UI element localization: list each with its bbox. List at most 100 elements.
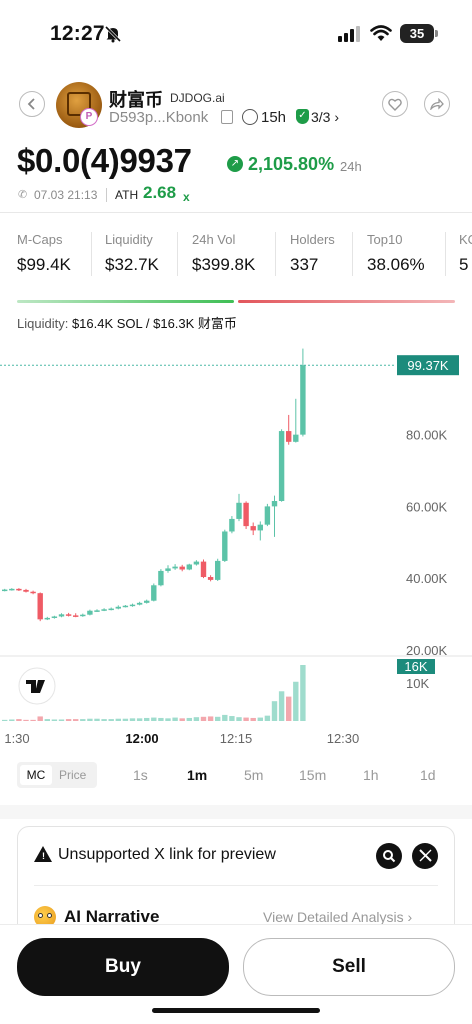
price-change-period: 24h <box>340 159 362 174</box>
stat-value: $32.7K <box>105 255 159 274</box>
volume-bar <box>94 718 100 721</box>
volume-current-label: 16K <box>404 659 427 674</box>
volume-bar <box>87 718 93 721</box>
stat-ko: KO 5 <box>459 232 472 275</box>
candle-body <box>94 610 100 612</box>
candle-body <box>215 560 221 580</box>
sell-button[interactable]: Sell <box>243 938 455 996</box>
favorite-button[interactable] <box>382 91 408 117</box>
candle-body <box>293 434 299 442</box>
audit-score-link[interactable]: 3/3 › <box>311 109 339 125</box>
volume-bar <box>44 719 50 721</box>
timeframe-1m[interactable]: 1m <box>187 767 207 783</box>
candle-body <box>229 518 235 532</box>
ai-icon-eye <box>47 913 52 918</box>
volume-bar <box>51 719 58 721</box>
candle-body <box>250 526 256 531</box>
volume-bar <box>179 718 185 721</box>
warning-mark: ! <box>42 851 45 861</box>
buy-button[interactable]: Buy <box>17 938 229 996</box>
volume-bar <box>115 718 121 721</box>
volume-bar <box>108 719 114 721</box>
platform-badge-icon: P <box>80 108 98 126</box>
divider <box>91 232 92 276</box>
token-site-link[interactable]: DJDOG.ai <box>170 91 225 105</box>
x-link-warning: Unsupported X link for preview <box>58 846 276 863</box>
divider <box>275 232 276 276</box>
back-button[interactable] <box>19 91 45 117</box>
candle-body <box>23 589 29 592</box>
volume-bar <box>193 717 200 721</box>
volume-bar <box>222 714 228 721</box>
x-logo-icon <box>418 849 432 862</box>
volume-bar <box>286 696 292 721</box>
volume-bar <box>278 691 285 721</box>
shield-check-icon: ✓ <box>296 109 309 124</box>
stat-liquidity: Liquidity $32.7K <box>105 232 159 275</box>
liquidity-breakdown: Liquidity: $16.4K SOL / $16.3K 财富币 <box>17 313 237 332</box>
candle-body <box>136 602 143 605</box>
copy-icon[interactable] <box>221 110 233 124</box>
candle-body <box>2 589 8 592</box>
candle-body <box>51 616 58 618</box>
mc-price-toggle[interactable]: MC Price <box>17 762 97 788</box>
clock-icon <box>242 109 258 125</box>
section-gap <box>0 805 472 819</box>
volume-bar <box>2 719 8 721</box>
mc-toggle-option[interactable]: MC <box>20 765 52 785</box>
candle-body <box>271 501 278 507</box>
price-change: 2,105.80% <box>248 154 335 174</box>
search-button[interactable] <box>376 843 402 869</box>
share-arrow-icon <box>430 98 444 110</box>
heart-icon <box>388 98 402 111</box>
token-price: $0.0(4)9937 <box>17 142 192 179</box>
candle-body <box>257 524 263 531</box>
ai-icon-eye <box>38 913 43 918</box>
volume-bar <box>165 718 171 721</box>
x-tick-label: 12:15 <box>220 731 253 746</box>
stat-value: $399.8K <box>192 255 256 274</box>
current-price-label: 99.37K <box>407 358 449 373</box>
candle-body <box>222 531 228 561</box>
price-toggle-option[interactable]: Price <box>59 765 86 785</box>
volume-tick-label: 10K <box>406 676 429 691</box>
view-analysis-link[interactable]: View Detailed Analysis › <box>263 909 412 925</box>
candle-body <box>144 600 150 603</box>
liquidity-bar-sol <box>17 300 234 303</box>
timeframe-5m[interactable]: 5m <box>244 767 263 783</box>
candle-body <box>87 610 93 615</box>
price-chart[interactable]: 80.00K60.00K40.00K20.00K 99.37K 16K10K 1… <box>0 335 472 755</box>
candle-body <box>300 365 306 435</box>
candle-body <box>58 614 65 617</box>
divider <box>106 188 107 202</box>
bell-muted-icon <box>104 25 122 43</box>
candle-body <box>73 615 79 617</box>
volume-bar <box>229 716 235 721</box>
share-button[interactable] <box>424 91 450 117</box>
token-address[interactable]: D593p...Kbonk <box>109 109 208 126</box>
candle-body <box>200 561 207 578</box>
cellular-signal-icon <box>338 26 360 42</box>
x-social-button[interactable] <box>412 843 438 869</box>
x-tick-label: 12:00 <box>125 731 158 746</box>
timeframe-1d[interactable]: 1d <box>420 767 436 783</box>
search-icon <box>383 850 396 863</box>
volume-bar <box>243 717 249 721</box>
timeframe-15m[interactable]: 15m <box>299 767 326 783</box>
battery-nub <box>435 30 438 37</box>
candle-body <box>151 585 157 601</box>
candle-body <box>172 566 178 569</box>
timeframe-1s[interactable]: 1s <box>133 767 148 783</box>
token-age: 15h <box>261 109 287 126</box>
x-tick-label: 12:30 <box>327 731 360 746</box>
ath-label: ATH <box>115 188 139 202</box>
stat-top10: Top10 38.06% <box>367 232 425 275</box>
ath-value: 2.68 <box>143 183 177 202</box>
candle-body <box>286 431 292 442</box>
candle-body <box>16 588 22 591</box>
timeframe-1h[interactable]: 1h <box>363 767 379 783</box>
volume-bar <box>151 717 157 721</box>
volume-bar <box>271 701 278 721</box>
candle-body <box>30 591 36 594</box>
candle-body <box>129 604 136 607</box>
